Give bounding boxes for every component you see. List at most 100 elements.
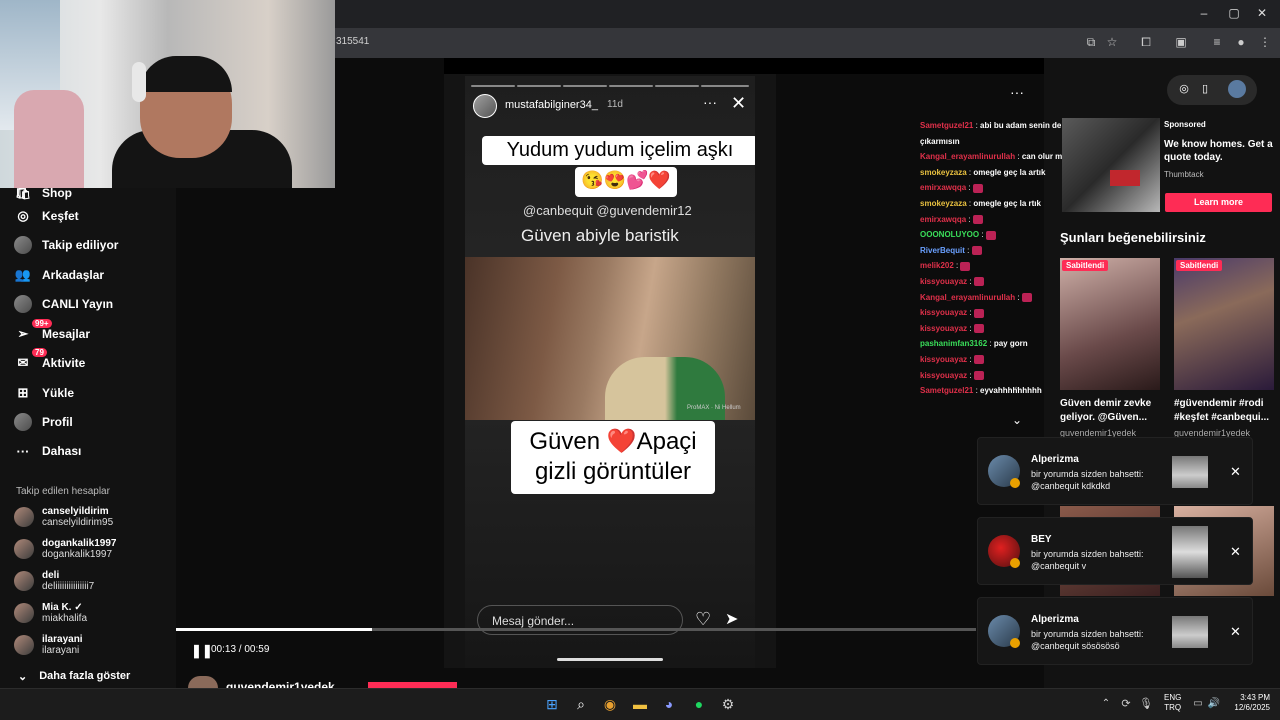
- story-viewer[interactable]: mustafabilginer34_ 11d ··· ✕ Yudum yudum…: [465, 76, 755, 668]
- sidebar-item-profile[interactable]: Profil: [14, 413, 73, 431]
- sidebar-item-activity[interactable]: ✉ 79 Aktivite: [14, 348, 85, 372]
- chat-username[interactable]: emirxawqqa: [920, 215, 966, 224]
- spotify-icon[interactable]: ●: [689, 694, 709, 714]
- chevron-up-icon[interactable]: ⌃: [1012, 386, 1020, 397]
- chat-message: OOONOLUYOO :: [920, 227, 1050, 243]
- close-icon[interactable]: ✕: [1230, 624, 1241, 640]
- account-item[interactable]: dogankalik1997 dogankalik1997: [14, 538, 116, 560]
- show-more-label: Daha fazla göster: [39, 670, 131, 682]
- mention-notification[interactable]: Alperizma bir yorumda sizden bahsetti: @c…: [977, 437, 1253, 505]
- sync-icon[interactable]: ⟳: [1116, 694, 1136, 714]
- tray-chevron-icon[interactable]: ⌃: [1096, 694, 1116, 714]
- sidebar-item-upload[interactable]: ⊞ Yükle: [14, 384, 74, 402]
- chat-username[interactable]: smokeyzaza: [920, 168, 967, 177]
- story-progress-segment: [471, 85, 515, 87]
- tab-search-icon[interactable]: ▣: [1172, 35, 1190, 49]
- story-avatar[interactable]: [473, 94, 497, 118]
- chat-username[interactable]: emirxawqqa: [920, 183, 966, 192]
- url-text[interactable]: 315541: [336, 36, 369, 47]
- account-item[interactable]: deli deliiiiiiiiiiiiiii7: [14, 570, 94, 592]
- sidebar-item-more[interactable]: ··· Dahası: [14, 442, 82, 460]
- search-icon[interactable]: ⌕: [571, 694, 591, 714]
- maximize-icon[interactable]: ▢: [1224, 6, 1244, 20]
- sidebar-item-explore[interactable]: ◎ Keşfet: [14, 207, 78, 225]
- suggestion-title[interactable]: Güven demir zevke geliyor. @Güven...: [1060, 397, 1168, 425]
- suggestion-title[interactable]: #güvendemir #rodi #keşfet #canbequi...: [1174, 397, 1278, 425]
- sidebar-item-following[interactable]: Takip ediliyor: [14, 236, 118, 254]
- notification-line: @canbequit sösösösö: [1031, 641, 1120, 651]
- story-watermark: ProMAX · Ni Hellum: [687, 405, 741, 411]
- chat-username[interactable]: kissyouayaz: [920, 324, 967, 333]
- account-item[interactable]: ilarayani ilarayani: [14, 634, 83, 656]
- chat-username[interactable]: Kangal_erayamlinurullah: [920, 293, 1015, 302]
- discord-icon[interactable]: ◕: [659, 694, 679, 714]
- suggestion-thumbnail[interactable]: Sabitlendi: [1060, 258, 1160, 390]
- suggestion-thumbnail[interactable]: Sabitlendi: [1174, 258, 1274, 390]
- account-item[interactable]: Mia K. ✓ miakhalifa: [14, 602, 87, 624]
- following-avatar-icon: [14, 236, 32, 254]
- chat-more-icon[interactable]: ···: [1010, 84, 1024, 100]
- chevron-down-icon: ⌄: [18, 671, 28, 683]
- chat-username[interactable]: kissyouayaz: [920, 355, 967, 364]
- send-icon[interactable]: ➤: [725, 609, 738, 629]
- upload-icon: ⊞: [17, 385, 29, 400]
- chat-username[interactable]: Sametguzel21: [920, 121, 973, 130]
- chat-username[interactable]: pashanimfan3162: [920, 339, 987, 348]
- profile-avatar-icon[interactable]: ●: [1232, 35, 1250, 49]
- close-icon[interactable]: ✕: [1230, 464, 1241, 480]
- app-icon[interactable]: ⚙: [718, 694, 738, 714]
- story-mentions[interactable]: @canbequit @guvendemir12: [523, 203, 692, 218]
- chat-username[interactable]: Kangal_erayamlinurullah: [920, 152, 1015, 161]
- learn-more-button[interactable]: Learn more: [1165, 193, 1272, 212]
- live-chat: Sametguzel21 : abi bu adam senin de ifşa…: [920, 118, 1085, 399]
- avatar[interactable]: [1228, 80, 1246, 98]
- minimize-icon[interactable]: –: [1194, 6, 1214, 20]
- sidebar-item-messages[interactable]: ➢ 99+ Mesajlar: [14, 319, 90, 343]
- chat-separator: :: [966, 183, 973, 193]
- reading-list-icon[interactable]: ≡: [1208, 35, 1226, 49]
- chat-username[interactable]: kissyouayaz: [920, 277, 967, 286]
- microphone-icon[interactable]: 🎙: [1136, 694, 1156, 714]
- avatar[interactable]: [188, 676, 218, 688]
- volume-icon[interactable]: 🔊: [1204, 694, 1224, 714]
- emote-icon: [972, 214, 983, 224]
- account-item[interactable]: canselyildirim canselyildirim95: [14, 506, 113, 528]
- browser-menu-icon[interactable]: ⋮: [1256, 35, 1274, 49]
- clock[interactable]: 3:43 PM 12/6/2025: [1226, 693, 1270, 713]
- ad-image[interactable]: [1062, 118, 1160, 212]
- folder-icon[interactable]: ▬: [630, 694, 650, 714]
- chevron-down-icon[interactable]: ⌄: [1012, 413, 1022, 427]
- story-username[interactable]: mustafabilginer34_: [505, 99, 598, 111]
- chat-username[interactable]: OOONOLUYOO: [920, 230, 979, 239]
- heart-icon[interactable]: ♡: [695, 609, 711, 630]
- extensions-icon[interactable]: ⧠: [1137, 35, 1155, 50]
- story-more-icon[interactable]: ···: [703, 94, 717, 110]
- device-icon[interactable]: ▯: [1196, 80, 1214, 98]
- activity-badge: 79: [32, 348, 47, 357]
- mention-notification[interactable]: Alperizma bir yorumda sizden bahsetti: @c…: [977, 597, 1253, 665]
- close-window-icon[interactable]: ✕: [1252, 6, 1272, 20]
- chat-username[interactable]: RiverBequit: [920, 246, 965, 255]
- sidebar-item-live[interactable]: CANLI Yayın: [14, 295, 113, 313]
- chat-username[interactable]: smokeyzaza: [920, 199, 967, 208]
- chat-username[interactable]: melik202: [920, 261, 954, 270]
- avatar: [14, 571, 34, 591]
- compass-icon[interactable]: ◎: [1175, 80, 1193, 98]
- bookmark-star-icon[interactable]: ☆: [1103, 35, 1121, 49]
- pause-icon[interactable]: ❚❚: [191, 643, 213, 659]
- chat-username[interactable]: kissyouayaz: [920, 308, 967, 317]
- chat-username[interactable]: Sametguzel21: [920, 386, 973, 395]
- emote-icon: [971, 246, 982, 256]
- close-icon[interactable]: ✕: [731, 93, 746, 114]
- chat-separator: :: [1015, 152, 1022, 162]
- show-more-button[interactable]: ⌄ Daha fazla göster: [18, 670, 130, 683]
- chrome-icon[interactable]: ◉: [600, 694, 620, 714]
- sidebar-item-friends[interactable]: 👥 Arkadaşlar: [14, 266, 104, 284]
- chat-username[interactable]: kissyouayaz: [920, 371, 967, 380]
- windows-start-icon[interactable]: ⊞: [542, 694, 562, 714]
- chat-message: RiverBequit :: [920, 243, 1050, 259]
- mention-notification[interactable]: BEY bir yorumda sizden bahsetti: @canbequ…: [977, 517, 1253, 585]
- close-icon[interactable]: ✕: [1230, 544, 1241, 560]
- language-indicator[interactable]: ENG TRQ: [1164, 693, 1181, 713]
- install-app-icon[interactable]: ⧉: [1082, 35, 1100, 50]
